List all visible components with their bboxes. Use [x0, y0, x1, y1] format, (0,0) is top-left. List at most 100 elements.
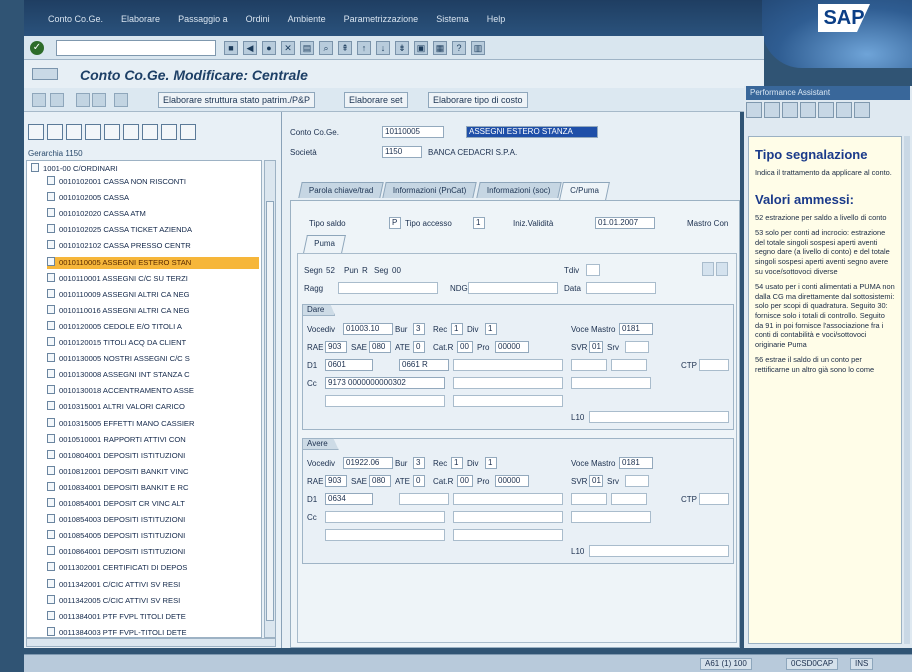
copy-icon[interactable] — [104, 124, 120, 140]
menu-item-passaggio[interactable]: Passaggio a — [178, 14, 228, 24]
dare-l10-field[interactable] — [589, 411, 729, 423]
avere-row5-a[interactable] — [325, 529, 445, 541]
tree-node[interactable]: 0011384003 PTF FVPL-TITOLI DETE — [47, 626, 259, 637]
tree-node[interactable]: 0010110005 ASSEGNI ESTERO STAN — [47, 256, 259, 269]
tree-node[interactable]: 0010120005 CEDOLE E/O TITOLI A — [47, 320, 259, 333]
tipo-saldo-field[interactable]: P — [389, 217, 401, 229]
system-info[interactable]: A61 (1) 100 — [700, 658, 752, 670]
tree-node[interactable]: 0010102020 CASSA ATM — [47, 208, 259, 220]
shortcut-icon[interactable]: ▦ — [433, 41, 447, 55]
avere-pro-field[interactable]: 00000 — [495, 475, 529, 487]
menu-item-sistema[interactable]: Sistema — [436, 14, 469, 24]
first-page-icon[interactable]: ⇞ — [338, 41, 352, 55]
collapse-icon[interactable] — [180, 124, 196, 140]
tree-root-node[interactable]: 1001-00 C/ORDINARI — [31, 163, 118, 175]
prev-icon[interactable] — [76, 93, 90, 107]
table-icon[interactable] — [716, 262, 728, 276]
tree-vertical-scrollbar[interactable] — [264, 160, 276, 638]
help-icon[interactable]: ? — [452, 41, 466, 55]
print-icon[interactable]: ▤ — [300, 41, 314, 55]
dare-rec-field[interactable]: 1 — [451, 323, 463, 335]
tree-node[interactable]: 0010130008 ASSEGNI INT STANZA C — [47, 369, 259, 381]
dare-cc-extra[interactable] — [571, 377, 651, 389]
avere-voce-mastro-field[interactable]: 0181 — [619, 457, 653, 469]
avere-catr-field[interactable]: 00 — [457, 475, 473, 487]
dare-pro-field[interactable]: 00000 — [495, 341, 529, 353]
edit-icon[interactable] — [66, 124, 82, 140]
binoculars-icon[interactable] — [28, 124, 44, 140]
dare-ctp-field[interactable] — [699, 359, 729, 371]
tree-node[interactable]: 0010804001 DEPOSITI ISTITUZIONI — [47, 449, 259, 462]
dare-div-field[interactable]: 1 — [485, 323, 497, 335]
avere-d1-field[interactable]: 0634 — [325, 493, 373, 505]
avere-extra-1[interactable] — [571, 493, 607, 505]
help-scrollbar[interactable] — [904, 136, 910, 644]
new-session-icon[interactable]: ▣ — [414, 41, 428, 55]
tree-node[interactable]: 0010854001 DEPOSIT CR VINC ALT — [47, 498, 259, 510]
prev-page-icon[interactable]: ↑ — [357, 41, 371, 55]
menu-item-ambiente[interactable]: Ambiente — [288, 14, 326, 24]
tdiv-field[interactable] — [586, 264, 600, 276]
layout-icon[interactable]: ▥ — [471, 41, 485, 55]
avere-srv-field[interactable] — [625, 475, 649, 487]
tree-node[interactable]: 0010130018 ACCENTRAMENTO ASSE — [47, 385, 259, 397]
tab-parola-chiave[interactable]: Parola chiave/trad — [298, 182, 385, 198]
avere-bur-field[interactable]: 3 — [413, 457, 425, 469]
tree-node[interactable]: 0010110001 ASSEGNI C/C SU TERZI — [47, 272, 259, 285]
dare-voce-mastro-field[interactable]: 0181 — [619, 323, 653, 335]
edit-set-button[interactable]: Elaborare set — [344, 92, 408, 108]
avere-d1-extra-field[interactable] — [399, 493, 449, 505]
avere-l10-field[interactable] — [589, 545, 729, 557]
avere-ctp-field[interactable] — [699, 493, 729, 505]
edit-icon[interactable] — [114, 93, 128, 107]
other-object-icon[interactable] — [50, 93, 64, 107]
exit-icon[interactable]: ● — [262, 41, 276, 55]
societa-field[interactable]: 1150 — [382, 146, 422, 158]
tab-informazioni-pncat[interactable]: Informazioni (PnCat) — [382, 182, 478, 198]
dare-extra-2[interactable] — [611, 359, 647, 371]
avere-cc-desc[interactable] — [453, 511, 563, 523]
tab-informazioni-soc[interactable]: Informazioni (soc) — [476, 182, 562, 198]
scroll-right-icon[interactable] — [854, 102, 870, 118]
avere-d1-desc[interactable] — [453, 493, 563, 505]
avere-rae-field[interactable]: 903 — [325, 475, 347, 487]
dare-row5-a[interactable] — [325, 395, 445, 407]
menu-item-help[interactable]: Help — [487, 14, 506, 24]
tree-node[interactable]: 0010854003 DEPOSITI ISTITUZIONI — [47, 514, 259, 526]
settings-icon[interactable] — [836, 102, 852, 118]
tree-node[interactable]: 0010102005 CASSA — [47, 192, 259, 204]
cancel-icon[interactable]: ✕ — [281, 41, 295, 55]
tree-node[interactable]: 0010110016 ASSEGNI ALTRI CA NEG — [47, 304, 259, 317]
tree-node[interactable]: 0010834001 DEPOSITI BANKIT E RC — [47, 481, 259, 494]
enter-icon[interactable]: ✓ — [30, 41, 44, 55]
dare-cc-desc[interactable] — [453, 377, 563, 389]
nds-field[interactable] — [468, 282, 558, 294]
edit-structure-button[interactable]: Elaborare struttura stato patrim./P&P — [158, 92, 316, 108]
tree-node[interactable]: 0010510001 RAPPORTI ATTIVI CON — [47, 433, 259, 446]
dare-vocediv-field[interactable]: 01003.10 — [343, 323, 393, 335]
next-page-icon[interactable]: ↓ — [376, 41, 390, 55]
tab-puma[interactable]: Puma — [303, 235, 346, 253]
last-page-icon[interactable]: ⇟ — [395, 41, 409, 55]
menu-item-ordini[interactable]: Ordini — [246, 14, 270, 24]
detail-icon[interactable] — [702, 262, 714, 276]
tree-node[interactable]: 0010130005 NOSTRI ASSEGNI C/C S — [47, 353, 259, 365]
dare-svr-field[interactable]: 01 — [589, 341, 603, 353]
dare-bur-field[interactable]: 3 — [413, 323, 425, 335]
print-icon[interactable] — [123, 124, 139, 140]
inizio-validita-field[interactable]: 01.01.2007 — [595, 217, 655, 229]
menu-item-conto[interactable]: Conto Co.Ge. — [48, 14, 103, 24]
tree-node[interactable]: 0010102001 CASSA NON RISCONTI — [47, 176, 259, 188]
tree-node[interactable]: 0010864001 DEPOSITI ISTITUZIONI — [47, 546, 259, 558]
tree-node[interactable]: 0010315001 ALTRI VALORI CARICO — [47, 401, 259, 413]
delete-icon[interactable] — [142, 124, 158, 140]
dare-cc-field[interactable]: 9173 0000000000302 — [325, 377, 445, 389]
command-field[interactable] — [56, 40, 216, 56]
tree-node[interactable]: 0010854005 DEPOSITI ISTITUZIONI — [47, 530, 259, 542]
dare-catr-field[interactable]: 00 — [457, 341, 473, 353]
display-change-icon[interactable] — [32, 93, 46, 107]
back-icon[interactable] — [746, 102, 762, 118]
avere-extra-2[interactable] — [611, 493, 647, 505]
avere-cc-extra[interactable] — [571, 511, 651, 523]
forward-icon[interactable] — [764, 102, 780, 118]
